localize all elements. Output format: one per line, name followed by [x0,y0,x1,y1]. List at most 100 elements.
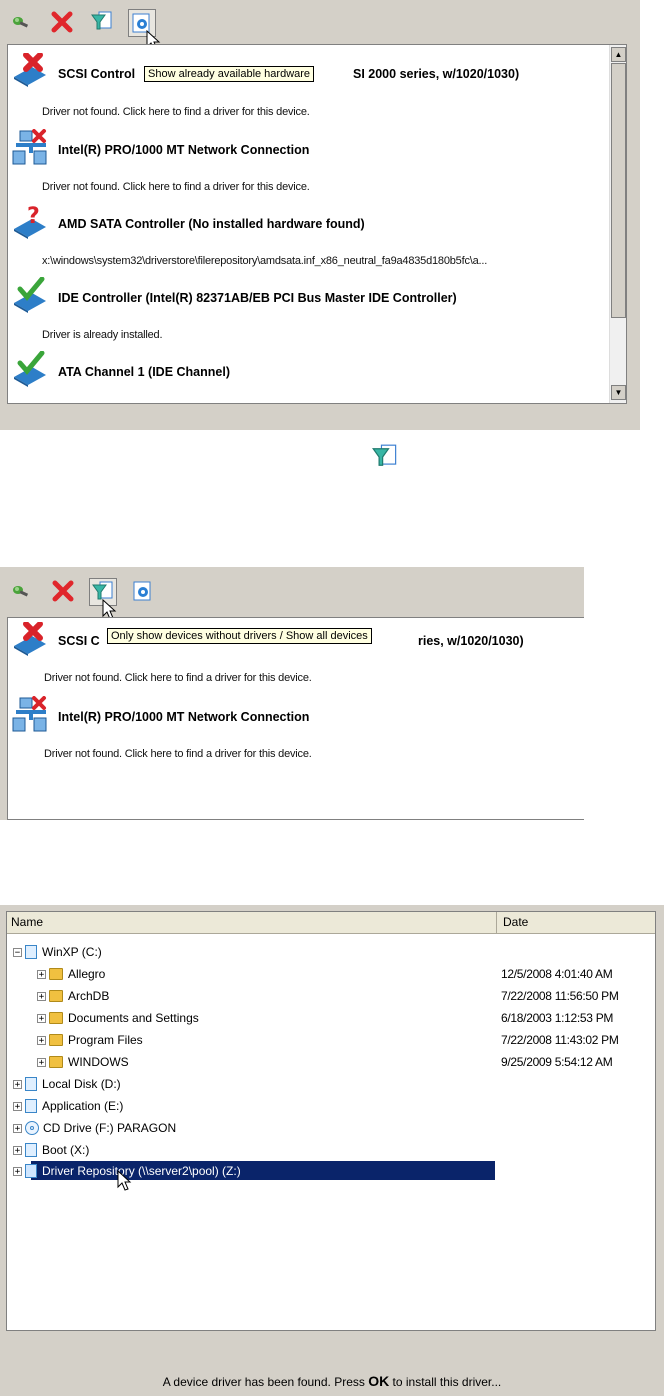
add-driver-icon [13,586,29,597]
scroll-down-icon[interactable]: ▼ [611,385,626,400]
scroll-up-icon[interactable]: ▲ [611,47,626,62]
drive-icon [25,945,37,959]
expand-icon[interactable]: + [13,1145,22,1155]
show-hardware-button[interactable] [131,579,155,603]
device-title[interactable]: SCSI Control [58,67,135,81]
status-text: A device driver has been found. Press [162,1375,369,1389]
device-list-2[interactable]: SCSI C ries, w/1020/1030) Driver not fou… [7,617,584,820]
file-tree[interactable]: Name Date − WinXP (C:) + Allegro 12/5/20… [6,911,656,1331]
tree-label: Boot (X:) [42,1143,90,1157]
drive-icon [25,1164,37,1178]
tree-label: Local Disk (D:) [42,1077,121,1091]
date-cell: 12/5/2008 4:01:40 AM [501,967,613,981]
drive-icon [25,1099,37,1113]
device-desc-link[interactable]: Driver not found. Click here to find a d… [42,106,310,118]
device-title[interactable]: SCSI C [58,634,100,648]
tree-row-drive[interactable]: − WinXP (C:) [13,942,102,962]
tooltip: Only show devices without drivers / Show… [107,628,372,644]
collapse-icon[interactable]: − [13,947,22,957]
network-error-icon [12,696,47,732]
date-cell: 9/25/2009 5:54:12 AM [501,1055,613,1069]
ok-device-icon [14,277,46,313]
tree-row-folder[interactable]: + WINDOWS [37,1052,129,1072]
tree-label: ArchDB [68,989,110,1003]
tree-label: WINDOWS [68,1055,129,1069]
device-title[interactable]: Intel(R) PRO/1000 MT Network Connection [58,143,309,157]
error-device-icon [14,622,46,656]
tree-label: Application (E:) [42,1099,124,1113]
status-message: A device driver has been found. Press OK… [0,1373,664,1389]
filter-icon [372,444,397,466]
tree-row-folder[interactable]: + Program Files [37,1030,143,1050]
tree-label: Program Files [68,1033,143,1047]
folder-icon [49,1012,63,1024]
device-desc-link[interactable]: Driver not found. Click here to find a d… [44,748,312,760]
unknown-device-icon: ? [14,204,46,239]
vertical-scrollbar[interactable]: ▲ ▼ [609,45,626,403]
tree-row-folder[interactable]: + Allegro [37,964,105,984]
device-desc-link[interactable]: Driver not found. Click here to find a d… [44,672,312,684]
ok-device-icon [14,351,46,387]
folder-icon [49,990,63,1002]
device-title[interactable]: IDE Controller (Intel(R) 82371AB/EB PCI … [58,291,457,305]
tree-row-cd[interactable]: + CD Drive (F:) PARAGON [13,1118,176,1138]
tree-row-folder[interactable]: + Documents and Settings [37,1008,199,1028]
show-hardware-icon [133,581,151,601]
column-header-date[interactable]: Date [497,912,655,934]
add-driver-button[interactable] [10,10,34,34]
device-list-1[interactable]: SCSI Control SI 2000 series, w/1020/1030… [7,44,627,404]
expand-icon[interactable]: + [37,991,46,1001]
tree-row-folder[interactable]: + ArchDB [37,986,109,1006]
device-title[interactable]: Intel(R) PRO/1000 MT Network Connection [58,710,309,724]
add-driver-button[interactable] [10,579,34,603]
remove-icon [51,11,73,33]
drive-icon [25,1143,37,1157]
tree-row-drive[interactable]: + Boot (X:) [13,1140,89,1160]
tree-row-drive[interactable]: + Application (E:) [13,1096,123,1116]
folder-icon [49,968,63,980]
tree-label: Allegro [68,967,106,981]
expand-icon[interactable]: + [37,1035,46,1045]
expand-icon[interactable]: + [13,1166,22,1176]
error-device-icon [14,53,46,87]
expand-icon[interactable]: + [13,1079,22,1089]
drive-icon [25,1077,37,1091]
device-title-tail[interactable]: ries, w/1020/1030) [418,634,524,648]
column-header-name[interactable]: Name [7,912,497,934]
status-ok-text: OK [368,1373,390,1389]
expand-icon[interactable]: + [37,1013,46,1023]
driver-panel-1: SCSI Control SI 2000 series, w/1020/1030… [0,0,640,430]
folder-icon [49,1056,63,1068]
driver-panel-2: SCSI C ries, w/1020/1030) Driver not fou… [0,567,584,820]
scroll-thumb[interactable] [611,63,626,318]
tree-label: Documents and Settings [68,1011,199,1025]
tree-label: CD Drive (F:) PARAGON [43,1121,177,1135]
device-title[interactable]: ATA Channel 1 (IDE Channel) [58,365,230,379]
filter-icon [91,11,112,30]
mouse-cursor-icon [117,1170,132,1191]
tooltip: Show already available hardware [144,66,315,82]
tree-label: WinXP (C:) [42,945,102,959]
date-cell: 7/22/2008 11:56:50 PM [501,989,619,1003]
network-error-icon [12,129,47,165]
expand-icon[interactable]: + [37,1057,46,1067]
device-desc: Driver is already installed. [42,329,163,341]
tree-label: Driver Repository (\\server2\pool) (Z:) [42,1164,241,1178]
add-driver-icon [13,17,29,28]
date-cell: 7/22/2008 11:43:02 PM [501,1033,619,1047]
date-cell: 6/18/2003 1:12:53 PM [501,1011,614,1025]
remove-button[interactable] [50,10,74,34]
filter-button[interactable] [90,10,114,34]
expand-icon[interactable]: + [13,1123,22,1133]
svg-text:?: ? [27,204,40,229]
remove-button[interactable] [51,579,75,603]
expand-icon[interactable]: + [37,969,46,979]
expand-icon[interactable]: + [13,1101,22,1111]
tree-row-drive[interactable]: + Local Disk (D:) [13,1074,121,1094]
device-path[interactable]: x:\windows\system32\driverstore\filerepo… [42,255,487,267]
device-title[interactable]: AMD SATA Controller (No installed hardwa… [58,217,365,231]
remove-icon [52,580,74,602]
device-desc-link[interactable]: Driver not found. Click here to find a d… [42,181,310,193]
device-title-tail[interactable]: SI 2000 series, w/1020/1030) [353,67,519,81]
cd-drive-icon [25,1121,39,1135]
